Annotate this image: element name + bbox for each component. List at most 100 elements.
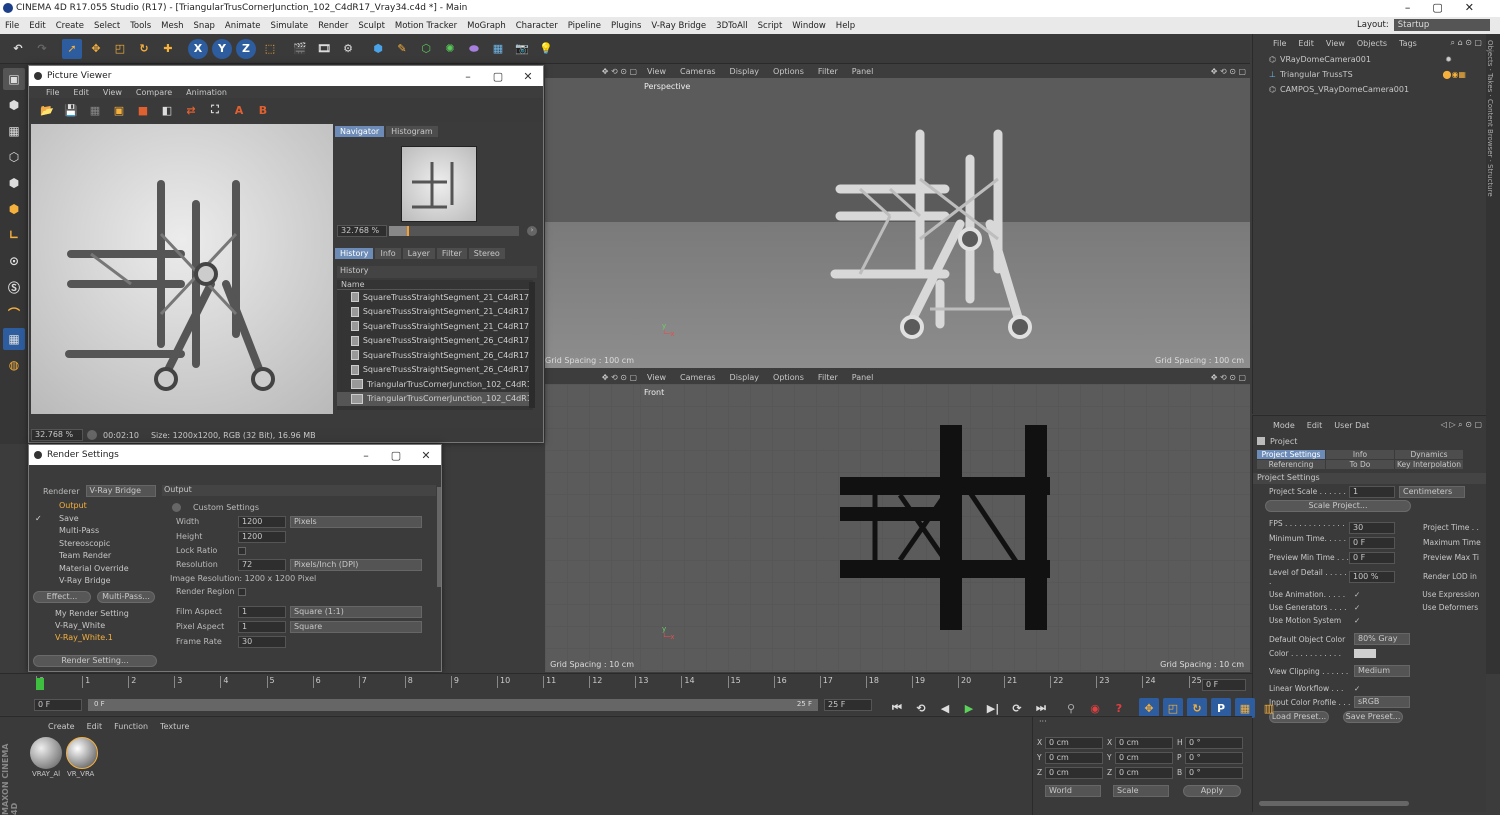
check-icon[interactable]: ✓ [1354, 684, 1360, 693]
camera-icon[interactable]: 📷 [512, 39, 532, 59]
list-item[interactable]: SquareTrussStraightSegment_21_C4dR17_ [337, 319, 533, 334]
view-clipping-dropdown[interactable]: Medium [1354, 665, 1410, 677]
mat-menu-item[interactable]: Edit [87, 722, 103, 731]
resolution-unit-dropdown[interactable]: Pixels/Inch (DPI) [290, 558, 422, 571]
a-icon[interactable]: A [229, 100, 249, 120]
pv-menu-item[interactable]: File [46, 88, 59, 97]
keyframe-icon[interactable]: ⚲ [1061, 698, 1081, 718]
vray-icon[interactable]: ◍ [3, 354, 25, 376]
rotate-icon[interactable]: ↻ [134, 39, 154, 59]
tab-dynamics[interactable]: Dynamics [1395, 450, 1463, 459]
menu-item[interactable]: 3DToAll [716, 21, 747, 31]
input-profile-dropdown[interactable]: sRGB [1354, 696, 1410, 708]
project-scale-field[interactable]: 1 [1349, 485, 1395, 498]
tree-row[interactable]: ⌬ VRayDomeCamera001 ✹ [1253, 52, 1486, 67]
material-ball-icon[interactable] [30, 737, 62, 769]
nurbs-icon[interactable]: ⬡ [416, 39, 436, 59]
key-position-icon[interactable]: ✥ [1139, 698, 1159, 718]
color-swatch[interactable] [1354, 648, 1376, 658]
preset-item[interactable]: V-Ray_White [33, 621, 157, 633]
texture-mode-icon[interactable]: ▦ [3, 120, 25, 142]
viewport-menu-item[interactable]: View [647, 67, 666, 76]
viewport-menu-item[interactable]: Panel [852, 67, 874, 76]
render-picture-viewer-icon[interactable]: 🎞 [314, 39, 334, 59]
end-frame-field[interactable]: 25 F [824, 699, 872, 711]
record-icon[interactable]: ◉ [1085, 698, 1105, 718]
tab-todo[interactable]: To Do [1326, 460, 1394, 469]
menu-item[interactable]: Plugins [611, 21, 641, 31]
viewport-menu-item[interactable]: Panel [852, 373, 874, 382]
pv-menu-item[interactable]: Compare [136, 88, 172, 97]
viewport-menu-item[interactable]: Options [773, 67, 804, 76]
maximize-button[interactable]: ▢ [483, 70, 513, 83]
grid-lock-icon[interactable]: ▦ [3, 328, 25, 350]
effect-button[interactable]: Effect... [33, 591, 91, 603]
swap-icon[interactable]: ⇄ [181, 100, 201, 120]
om-nav-icons[interactable]: ⌕ ⌂ ⊙ ▢ [1451, 38, 1482, 48]
tree-item-team-render[interactable]: Team Render [33, 551, 157, 564]
array-icon[interactable]: ✺ [440, 39, 460, 59]
viewport-nav-icons[interactable]: ✥ ⟲ ⊙ ▢ [1211, 373, 1246, 382]
zoom-field[interactable]: 32.768 % [337, 225, 387, 237]
list-item[interactable]: SquareTrussStraightSegment_26_C4dR17_ [337, 363, 533, 378]
rotation-h-field[interactable]: 0 ° [1185, 736, 1243, 749]
stop-render-icon[interactable]: ■ [133, 100, 153, 120]
tab-referencing[interactable]: Referencing [1257, 460, 1325, 469]
key-param-icon[interactable]: P [1211, 698, 1231, 718]
tab-filter[interactable]: Filter [436, 248, 467, 259]
open-icon[interactable]: 📂 [37, 100, 57, 120]
tab-key-interpolation[interactable]: Key Interpolation [1395, 460, 1463, 469]
project-scale-unit[interactable]: Centimeters [1399, 485, 1465, 498]
tree-item-vray-bridge[interactable]: V-Ray Bridge [33, 576, 157, 589]
menu-item[interactable]: Motion Tracker [395, 21, 457, 31]
frame-rate-field[interactable]: 30 [238, 635, 286, 648]
am-menu-item[interactable]: Edit [1307, 421, 1323, 430]
mat-menu-item[interactable]: Create [48, 722, 75, 731]
tree-row[interactable]: ⊥ Triangular TrussTS ⬤◉▦ [1253, 67, 1486, 82]
points-mode-icon[interactable]: ⬢ [3, 172, 25, 194]
om-menu-item[interactable]: Objects [1357, 39, 1387, 48]
undo-icon[interactable]: ↶ [8, 39, 28, 59]
polygons-mode-icon[interactable]: ∟ [3, 224, 25, 246]
select-arrow-icon[interactable]: ➚ [62, 38, 82, 59]
menu-item[interactable]: Create [56, 21, 84, 31]
list-item[interactable]: SquareTrussStraightSegment_21_C4dR17_ [337, 305, 533, 320]
pixel-aspect-dropdown[interactable]: Square [290, 620, 422, 633]
render-region-checkbox[interactable] [238, 587, 246, 596]
check-icon[interactable]: ✓ [1354, 590, 1360, 599]
tab-project-settings[interactable]: Project Settings [1257, 450, 1325, 459]
start-frame-field[interactable]: 0 F [34, 699, 82, 711]
light-icon[interactable]: 💡 [536, 39, 556, 59]
model-mode-icon[interactable]: ⬢ [3, 94, 25, 116]
multipass-button[interactable]: Multi-Pass... [97, 591, 155, 603]
layout-selector[interactable]: Layout: Startup [1352, 19, 1490, 31]
list-item[interactable]: TriangularTrusCornerJunction_102_C4dR1 [337, 377, 533, 392]
coordinate-system-icon[interactable]: ⬚ [260, 39, 280, 59]
scale-dropdown[interactable]: Scale [1113, 785, 1169, 797]
pv-menu-item[interactable]: View [103, 88, 122, 97]
tab-navigator[interactable]: Navigator [335, 126, 385, 137]
playhead[interactable] [36, 678, 44, 690]
play-icon[interactable]: ▶ [959, 698, 979, 718]
next-key-icon[interactable]: ▶| [983, 698, 1003, 718]
menu-item[interactable]: Mesh [161, 21, 183, 31]
previous-key-icon[interactable]: ◀ [935, 698, 955, 718]
y-axis-icon[interactable]: Y [212, 38, 232, 59]
tab-history[interactable]: History [335, 248, 374, 259]
window-controls[interactable]: –▢✕ [1405, 1, 1496, 14]
zoom-slider[interactable] [389, 226, 519, 236]
preset-item[interactable]: My Render Setting [33, 609, 157, 621]
render-view-icon[interactable]: 🎬 [290, 39, 310, 59]
pixel-aspect-field[interactable]: 1 [238, 620, 286, 633]
menu-item[interactable]: Script [758, 21, 783, 31]
key-rotation-icon[interactable]: ↻ [1187, 698, 1207, 718]
apply-button[interactable]: Apply [1183, 785, 1241, 797]
menu-item[interactable]: Help [836, 21, 855, 31]
deformer-icon[interactable]: ⬬ [464, 39, 484, 59]
mat-menu-item[interactable]: Texture [160, 722, 189, 731]
list-item[interactable]: TriangularTrusCornerJunction_102_C4dR1 [337, 391, 533, 406]
tab-stereo[interactable]: Stereo [468, 248, 505, 259]
menu-item[interactable]: Render [318, 21, 348, 31]
position-y-field[interactable]: 0 cm [1045, 751, 1103, 764]
key-pla-icon[interactable]: ▦ [1235, 698, 1255, 718]
